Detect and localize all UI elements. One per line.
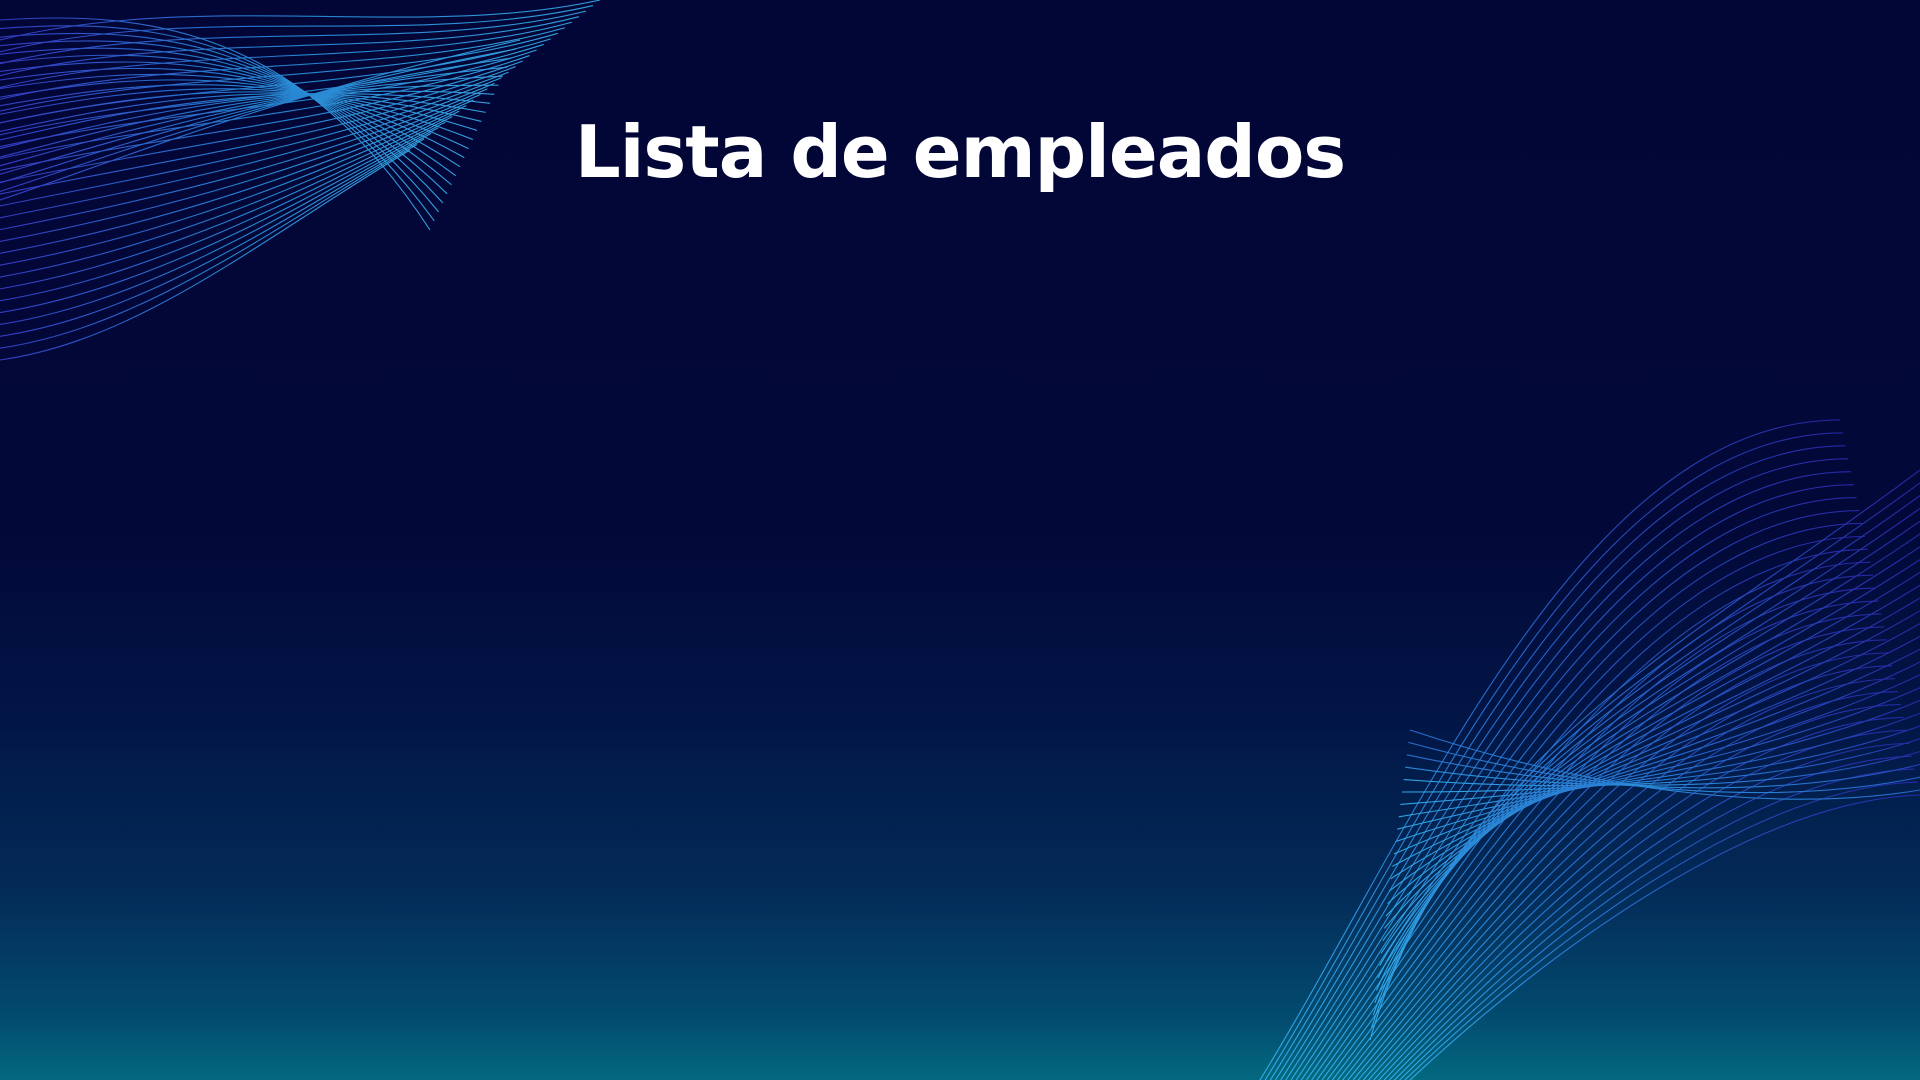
- wave-line: [1285, 484, 1854, 1080]
- bottom-right-wave-mesh: [1259, 419, 1920, 1080]
- wave-line: [1393, 661, 1920, 855]
- wave-line: [1269, 445, 1846, 1080]
- wave-line: [1373, 703, 1901, 1080]
- wave-line: [1369, 469, 1920, 1041]
- wave-line: [1264, 432, 1843, 1080]
- wave-line: [1311, 548, 1868, 1080]
- slide-canvas: Lista de empleados: [0, 0, 1920, 1080]
- wave-line: [0, 5, 594, 53]
- page-title: Lista de empleados: [574, 110, 1346, 194]
- wave-line: [1368, 691, 1898, 1080]
- wave-line: [1306, 535, 1865, 1080]
- wave-line: [1388, 742, 1909, 1080]
- wave-line: [1377, 533, 1920, 979]
- wave-line: [1275, 458, 1849, 1080]
- wave-line: [1398, 699, 1920, 818]
- wave-line: [1326, 587, 1876, 1080]
